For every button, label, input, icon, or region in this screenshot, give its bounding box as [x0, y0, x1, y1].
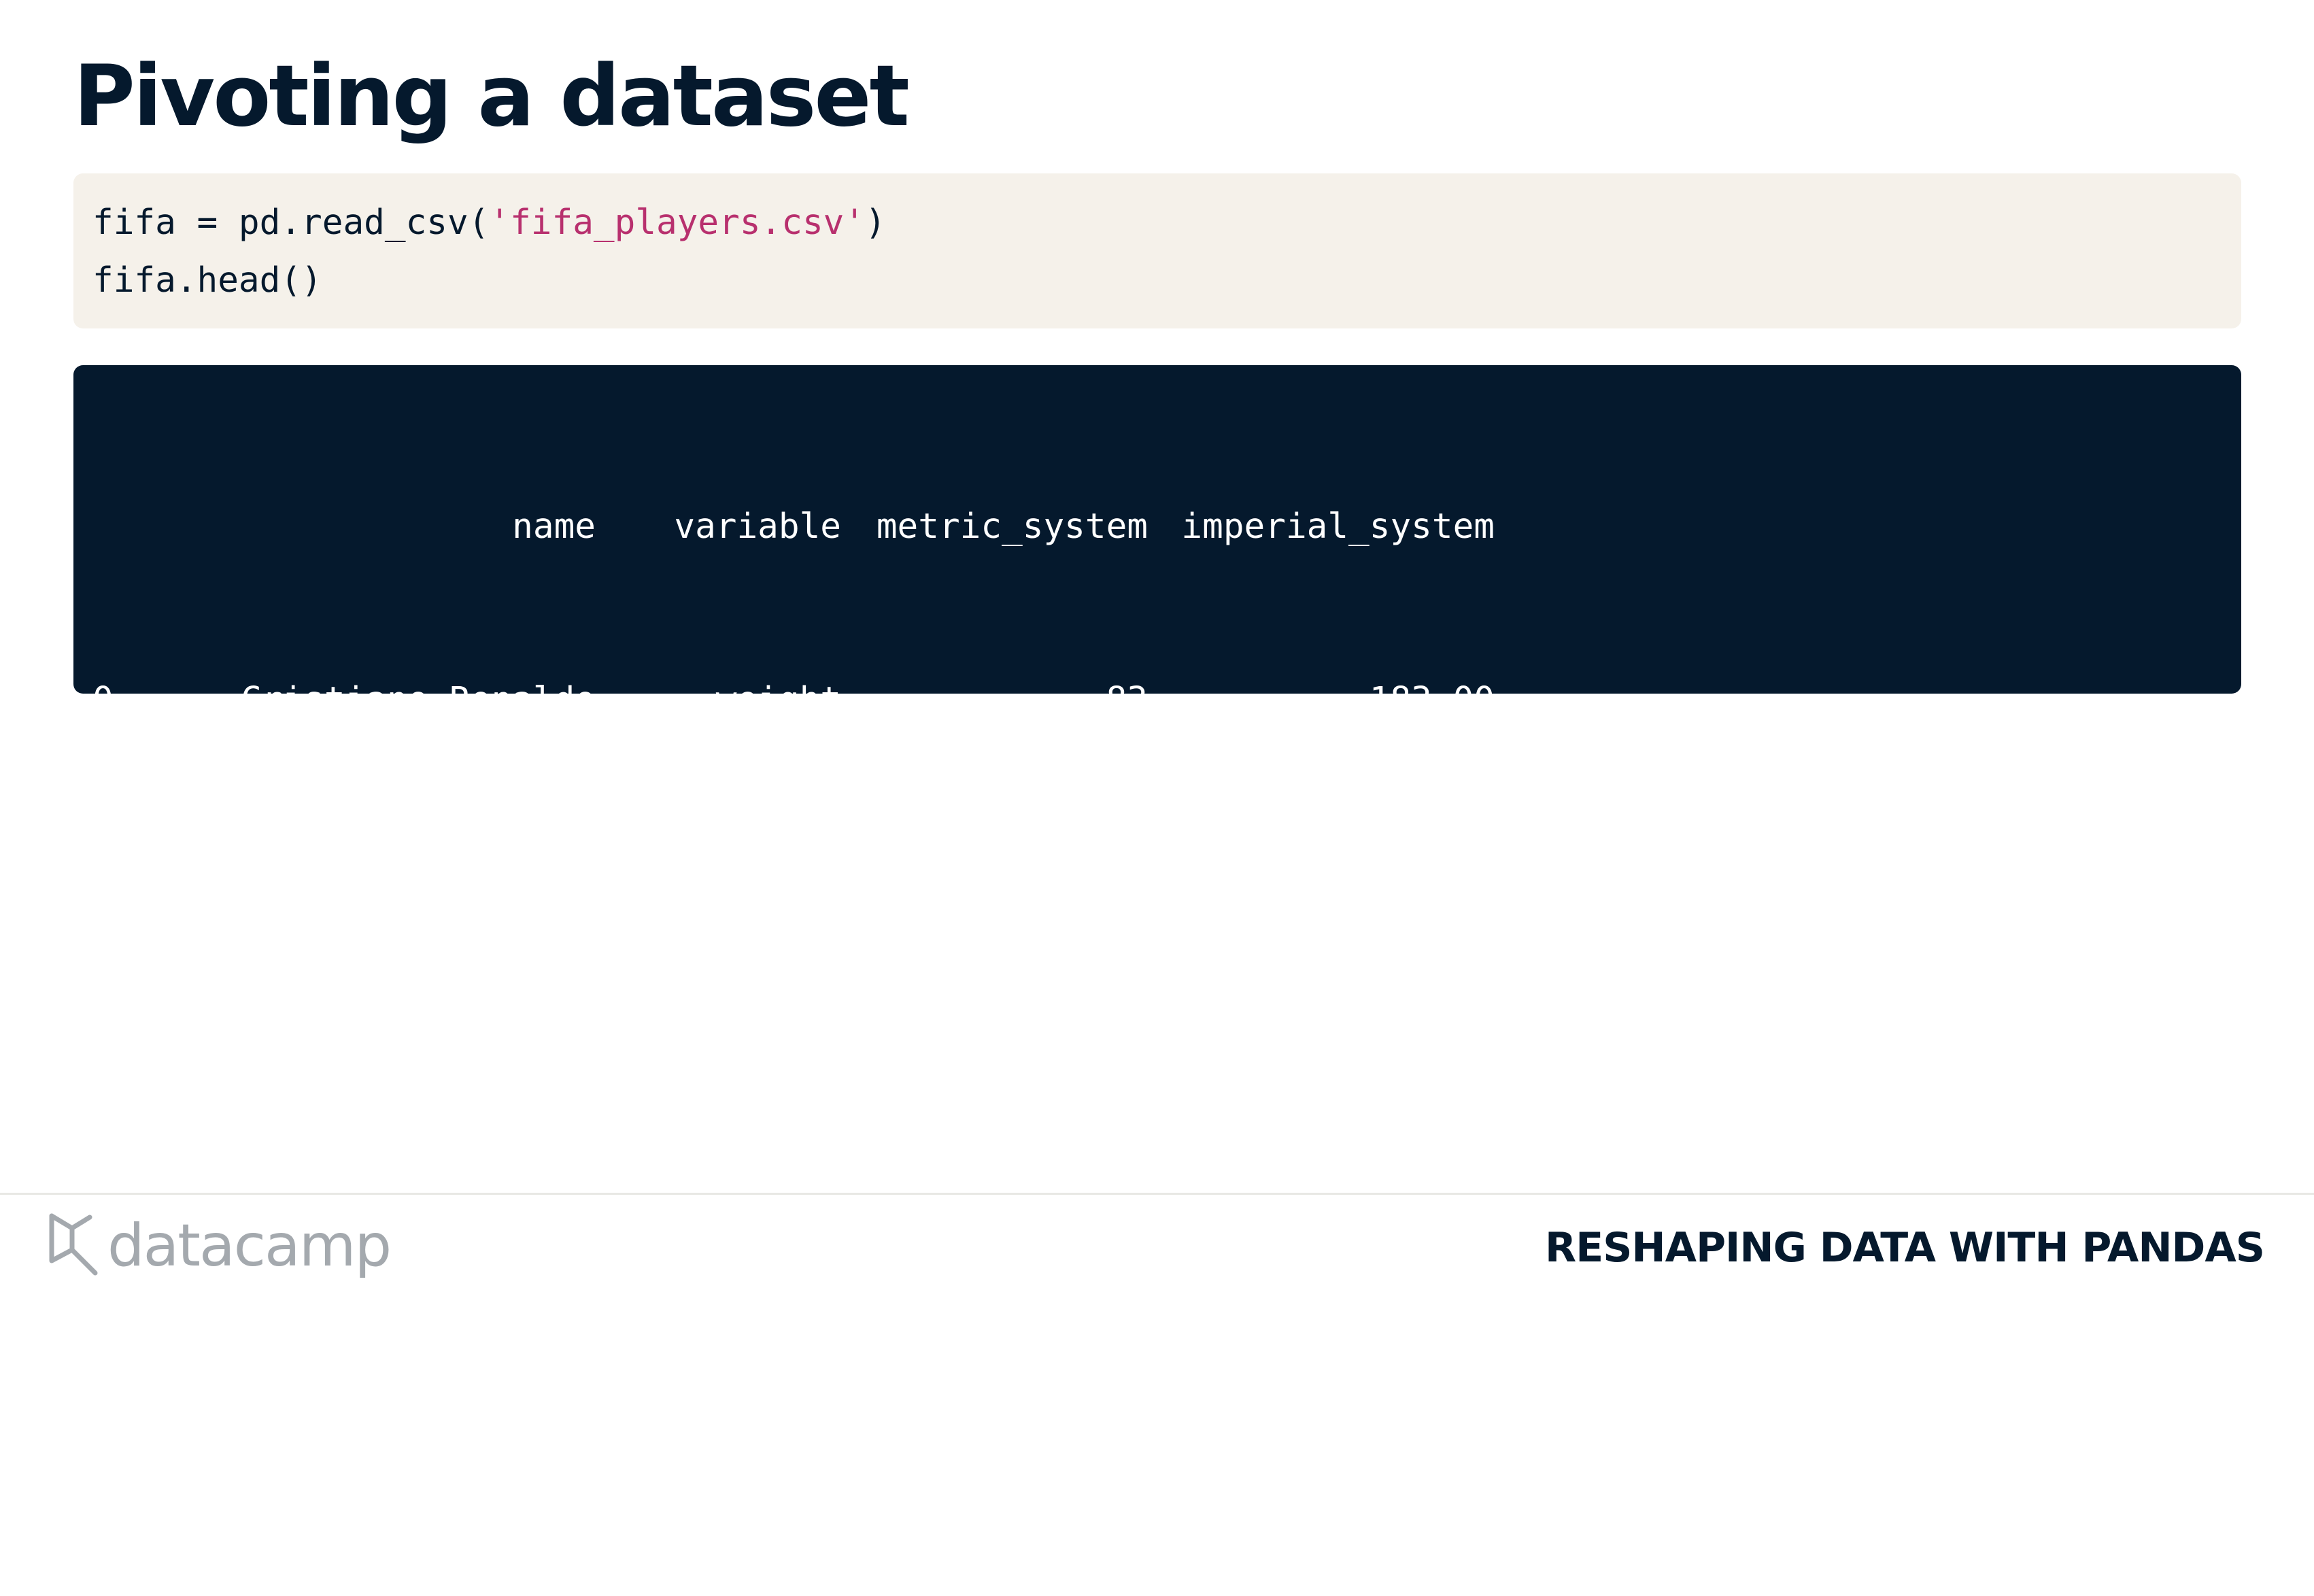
datacamp-logo: datacamp: [48, 1212, 392, 1280]
row-index: 0: [92, 680, 114, 720]
cell-variable: height: [715, 1027, 841, 1067]
cell-imperial-system: 183.00: [1369, 680, 1495, 720]
cell-imperial-system: 6.16: [1411, 1200, 1495, 1240]
cell-metric-system: 188: [1085, 1200, 1148, 1240]
footer-divider: [0, 1193, 2314, 1195]
cell-variable: height: [715, 1200, 841, 1240]
header-name: name: [512, 507, 596, 547]
table-row: 2 Cristiano Ronaldo height 187 6.13: [92, 1018, 2241, 1076]
cell-variable: weight: [715, 680, 841, 720]
table-row: 0 Cristiano Ronaldo weight 83 183.00: [92, 671, 2241, 729]
code-string: 'fifa_players.csv': [489, 203, 866, 243]
cell-metric-system: 87: [1106, 853, 1148, 894]
cell-imperial-system: 191.00: [1369, 853, 1495, 894]
code-line-2: fifa.head(): [92, 260, 322, 301]
code-line-1: fifa = pd.read_csv('fifa_players.csv'): [92, 194, 2241, 252]
header-variable: variable: [674, 507, 841, 547]
table-row: 1 J. Oblak weight 87 191.00: [92, 845, 2241, 902]
cell-metric-system: 83: [1106, 680, 1148, 720]
datacamp-wordmark: datacamp: [107, 1212, 392, 1280]
cell-metric-system: 187: [1085, 1027, 1148, 1067]
row-index: 1: [92, 853, 114, 894]
cell-name: Cristiano Ronaldo: [241, 1027, 596, 1067]
header-imperial-system: imperial_system: [1181, 507, 1495, 547]
cell-imperial-system: 6.13: [1411, 1027, 1495, 1067]
header-metric-system: metric_system: [876, 507, 1148, 547]
output-block: name variable metric_system imperial_sys…: [73, 365, 2241, 1240]
code-text: fifa = pd.read_csv(: [92, 203, 490, 243]
code-text: ): [865, 203, 886, 243]
cell-name: Cristiano Ronaldo: [241, 680, 596, 720]
datacamp-logo-icon: [48, 1212, 99, 1280]
code-block: fifa = pd.read_csv('fifa_players.csv') f…: [73, 173, 2241, 328]
output-header-row: name variable metric_system imperial_sys…: [92, 498, 2241, 556]
row-index: 2: [92, 1027, 114, 1067]
course-title: RESHAPING DATA WITH PANDAS: [1545, 1224, 2265, 1272]
cell-name: J. Oblak: [428, 853, 596, 894]
slide-title: Pivoting a dataset: [73, 48, 910, 146]
cell-variable: weight: [715, 853, 841, 894]
